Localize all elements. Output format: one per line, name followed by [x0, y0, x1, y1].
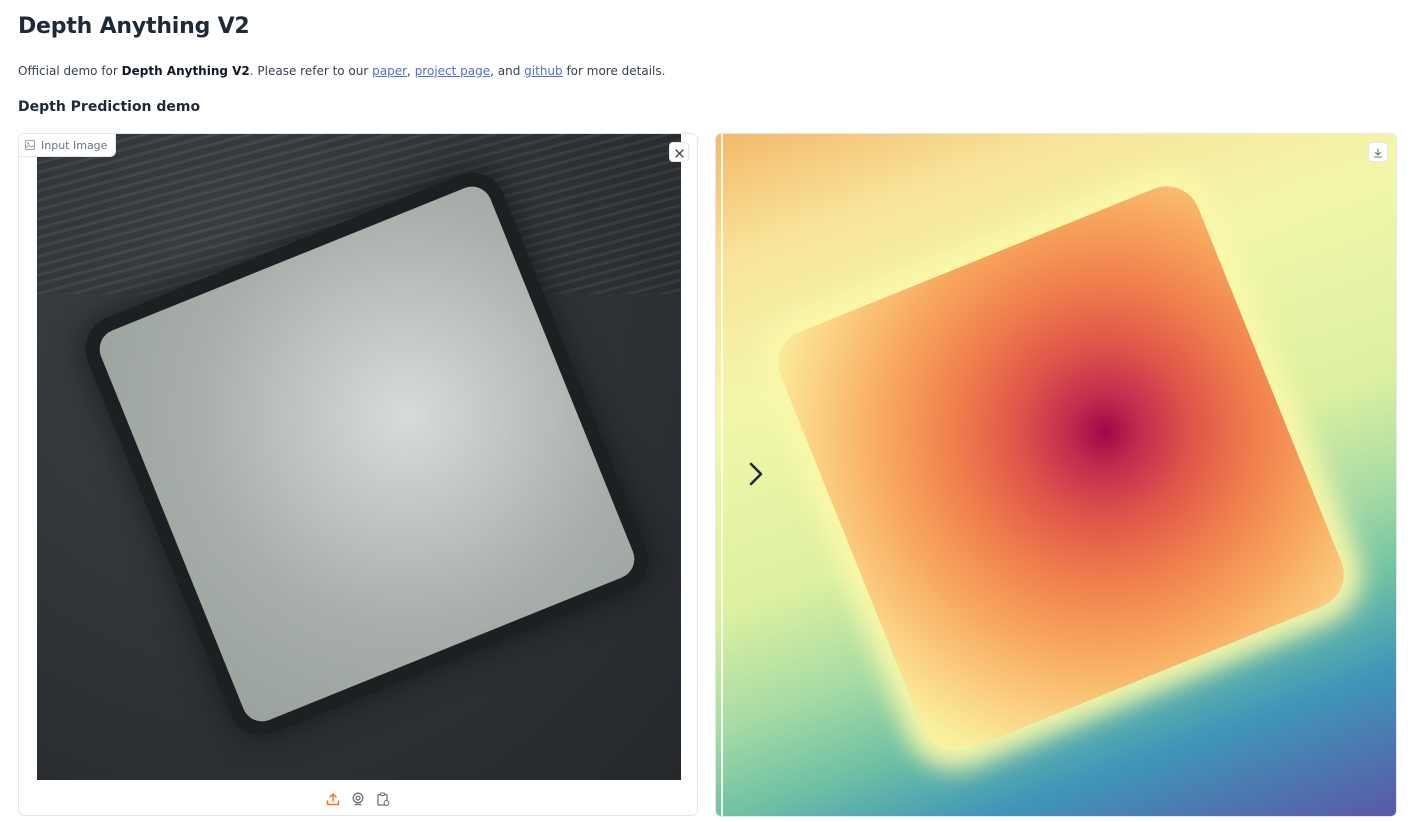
intro-sep1: , — [407, 64, 415, 78]
clipboard-icon — [376, 791, 390, 810]
input-image — [37, 134, 681, 780]
depth-output-panel — [715, 133, 1397, 817]
page-title: Depth Anything V2 — [18, 14, 250, 39]
section-title: Depth Prediction demo — [18, 99, 201, 115]
github-link[interactable]: github — [524, 64, 562, 78]
download-icon — [1373, 143, 1383, 162]
webcam-icon — [351, 791, 365, 810]
clear-button[interactable] — [669, 142, 689, 162]
clipboard-button[interactable] — [375, 791, 391, 810]
input-image-label: Input Image — [19, 134, 117, 157]
chevron-right-icon — [748, 461, 764, 491]
upload-button[interactable] — [325, 792, 341, 808]
image-icon — [25, 140, 35, 150]
intro-text: Official demo for Depth Anything V2. Ple… — [18, 64, 665, 78]
intro-suffix: for more details. — [562, 64, 666, 78]
compare-slider-handle[interactable] — [744, 461, 768, 491]
intro-mid: . Please refer to our — [249, 64, 373, 78]
webcam-button[interactable] — [350, 792, 366, 808]
close-icon — [674, 143, 684, 162]
image-source-toolbar — [19, 788, 697, 812]
compare-slider-line[interactable] — [721, 134, 723, 816]
depth-map-image — [716, 134, 1396, 816]
intro-model-name: Depth Anything V2 — [121, 64, 250, 78]
intro-prefix: Official demo for — [18, 64, 122, 78]
depth-map-object — [768, 176, 1354, 762]
project-page-link[interactable]: project page — [415, 64, 490, 78]
intro-sep2: , and — [490, 64, 525, 78]
upload-icon — [326, 791, 340, 810]
input-image-panel[interactable]: Input Image — [18, 133, 698, 816]
download-button[interactable] — [1368, 142, 1388, 162]
paper-link[interactable]: paper — [372, 64, 407, 78]
input-image-label-text: Input Image — [41, 138, 108, 152]
